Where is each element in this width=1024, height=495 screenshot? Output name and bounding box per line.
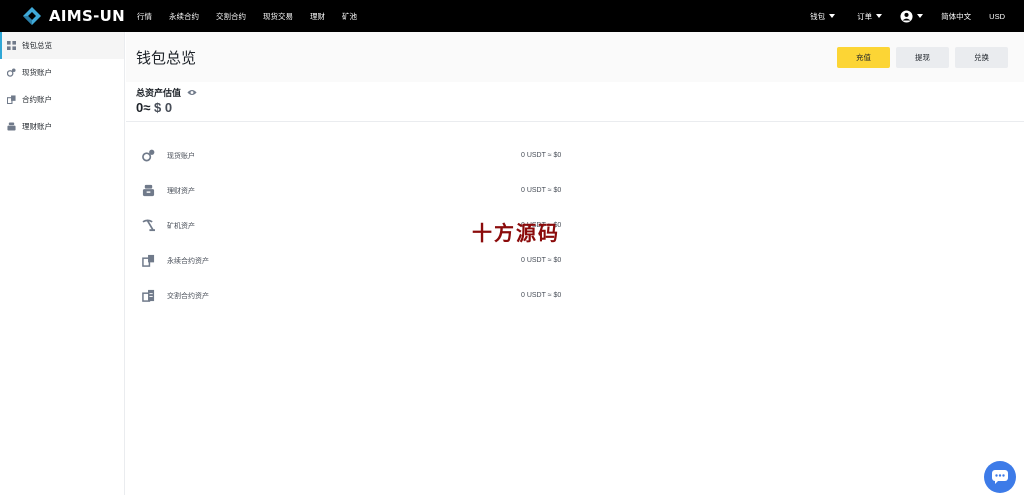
- sidebar-item-label: 合约账户: [22, 95, 52, 104]
- total-assets-summary: 总资产估值 0≈ $ 0: [126, 82, 1024, 122]
- nav-pool[interactable]: 矿池: [342, 11, 357, 22]
- top-navbar: AIMS-UN 行情 永续合约 交割合约 现货交易 理财 矿池 钱包 订单 简体…: [0, 0, 1024, 32]
- sidebar-item-wallet-overview[interactable]: 钱包总览: [0, 32, 124, 59]
- page-title: 钱包总览: [136, 49, 197, 67]
- asset-value: 0 USDT ≈ $0: [521, 187, 562, 194]
- sidebar-item-spot-account[interactable]: 现货账户: [0, 59, 124, 86]
- asset-value: 0 USDT ≈ $0: [521, 257, 562, 264]
- wallet-menu-label: 钱包: [810, 11, 826, 21]
- nav-delivery[interactable]: 交割合约: [216, 11, 246, 22]
- nav-finance[interactable]: 理财: [310, 11, 325, 22]
- asset-name: 现货账户: [167, 152, 195, 160]
- page-header: 钱包总览 充值 提现 兑换: [126, 32, 1024, 82]
- contract-icon: [142, 254, 155, 267]
- asset-name: 理财资产: [167, 187, 195, 195]
- currency-select[interactable]: USD: [989, 12, 1005, 21]
- asset-name: 矿机资产: [167, 222, 195, 230]
- sidebar-item-label: 钱包总览: [22, 41, 52, 50]
- orders-menu-label: 订单: [857, 11, 873, 21]
- delivery-icon: [142, 289, 155, 302]
- user-menu[interactable]: [900, 9, 924, 23]
- total-assets-label: 总资产估值: [136, 88, 182, 98]
- total-fiat-value: $ 0: [154, 100, 173, 115]
- sidebar: 钱包总览 现货账户 合约账户 理财账户: [0, 32, 125, 495]
- language-select[interactable]: 简体中文: [941, 11, 971, 22]
- sidebar-item-label: 理财账户: [22, 122, 52, 131]
- deposit-button[interactable]: 充值: [837, 46, 890, 68]
- orders-menu[interactable]: 订单: [857, 11, 883, 22]
- chevron-down-icon: [876, 14, 883, 18]
- sidebar-item-contract-account[interactable]: 合约账户: [0, 86, 124, 113]
- sidebar-item-finance-account[interactable]: 理财账户: [0, 113, 124, 140]
- exchange-button[interactable]: 兑换: [955, 46, 1008, 68]
- list-item[interactable]: 现货账户 0 USDT ≈ $0: [126, 138, 1024, 173]
- mining-icon: [142, 219, 155, 232]
- wallet-menu[interactable]: 钱包: [810, 11, 836, 22]
- action-buttons: 充值 提现 兑换: [831, 46, 1008, 68]
- asset-value: 0 USDT ≈ $0: [521, 292, 562, 299]
- list-item[interactable]: 永续合约资产 0 USDT ≈ $0: [126, 243, 1024, 278]
- list-item[interactable]: 理财资产 0 USDT ≈ $0: [126, 173, 1024, 208]
- withdraw-button[interactable]: 提现: [896, 46, 949, 68]
- brand-name: AIMS-UN: [49, 7, 125, 25]
- nav-market[interactable]: 行情: [137, 11, 152, 22]
- chevron-down-icon: [829, 14, 836, 18]
- nav-perpetual[interactable]: 永续合约: [169, 11, 199, 22]
- spot-icon: [142, 149, 155, 162]
- eye-icon[interactable]: [187, 89, 197, 96]
- logo-diamond-icon: [23, 7, 41, 25]
- main-nav: 行情 永续合约 交割合约 现货交易 理财 矿池: [137, 11, 374, 22]
- nav-spot[interactable]: 现货交易: [263, 11, 293, 22]
- finance-icon: [142, 184, 155, 197]
- total-assets-value: 0≈ $ 0: [136, 100, 1024, 115]
- user-avatar-icon: [900, 9, 913, 23]
- list-item[interactable]: 矿机资产 0 USDT ≈ $0: [126, 208, 1024, 243]
- finance-icon: [7, 122, 16, 131]
- chat-support-button[interactable]: [984, 461, 1016, 493]
- watermark-text: 十方源码: [472, 221, 560, 245]
- brand-logo[interactable]: AIMS-UN: [22, 6, 130, 26]
- chevron-down-icon: [917, 14, 924, 18]
- chat-icon: [992, 470, 1008, 484]
- spot-icon: [7, 68, 16, 77]
- contract-icon: [7, 95, 16, 104]
- asset-list: 现货账户 0 USDT ≈ $0 理财资产 0 USDT ≈ $0 矿机资产 0…: [126, 138, 1024, 313]
- approx-sign: ≈: [143, 100, 151, 115]
- main-content: 钱包总览 充值 提现 兑换 总资产估值 0≈ $ 0 现货账户 0 USDT ≈…: [126, 32, 1024, 495]
- sidebar-item-label: 现货账户: [22, 68, 52, 77]
- asset-name: 永续合约资产: [167, 257, 209, 265]
- asset-value: 0 USDT ≈ $0: [521, 152, 562, 159]
- top-right-menu: 钱包 订单 简体中文 USD: [810, 9, 1005, 23]
- grid-icon: [7, 41, 16, 50]
- list-item[interactable]: 交割合约资产 0 USDT ≈ $0: [126, 278, 1024, 313]
- asset-name: 交割合约资产: [167, 292, 209, 300]
